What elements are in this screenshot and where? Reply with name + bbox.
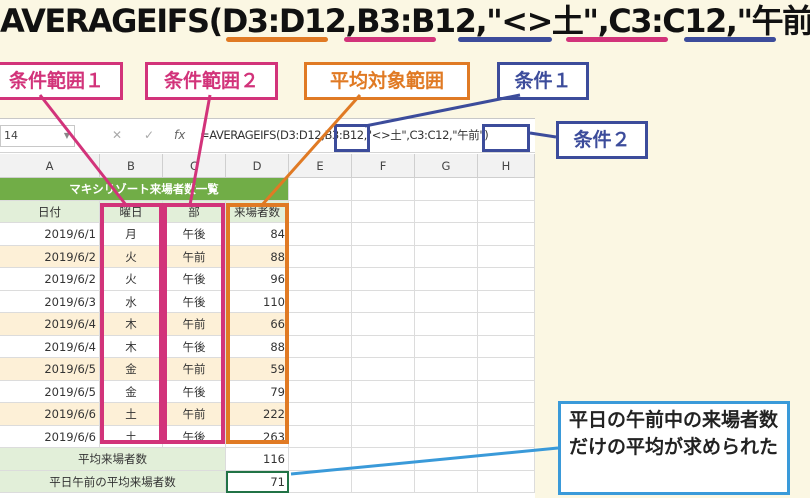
result-note: 平日の午前中の来場者数だけの平均が求められた bbox=[558, 401, 790, 495]
